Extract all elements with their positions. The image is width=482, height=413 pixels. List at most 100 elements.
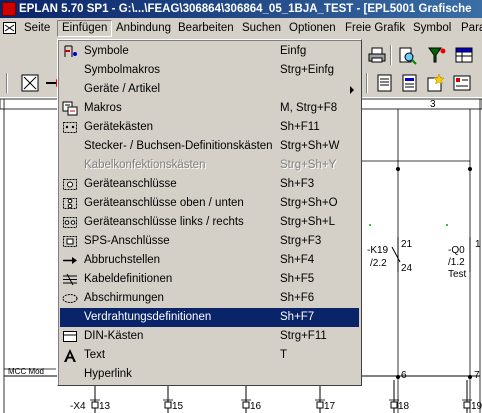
din-box-icon (63, 331, 77, 342)
mcc-module-label: MCC Mod (8, 367, 45, 376)
submenu-arrow-icon (350, 86, 354, 94)
menu-item-shortcut: Strg+F11 (280, 330, 327, 342)
menu-item-shortcut: M, Strg+F8 (280, 102, 338, 114)
menu-item-shortcut: Strg+F3 (280, 235, 322, 247)
menu-item-shortcut: Sh+F5 (280, 273, 315, 285)
terminal-number: 13 (99, 401, 111, 412)
menu-symbol[interactable]: Symbol (409, 21, 455, 36)
menu-item-label: Kabeldefinitionen (84, 273, 173, 285)
cross-grid-icon[interactable] (20, 73, 40, 93)
menu-parameter[interactable]: Para (457, 21, 482, 36)
menu-item-label: Geräteanschlüsse oben / unten (84, 197, 244, 209)
menu-einfuegen[interactable]: Einfügen (57, 20, 113, 37)
terminal-number: 19 (471, 401, 482, 412)
menu-item-label: Geräteanschlüsse (84, 178, 177, 190)
menu-anbindung[interactable]: Anbindung (112, 21, 175, 36)
menu-bar: Seite Einfügen Anbindung Bearbeiten Such… (0, 18, 482, 39)
menu-item-geraeteanschluesse[interactable]: Geräteanschlüsse Sh+F3 (60, 175, 359, 194)
menu-item-geraete-artikel[interactable]: Geräte / Artikel (60, 80, 359, 99)
menu-item-kabelkonfektionskaesten: Kabelkonfektionskästen Strg+Sh+Y (60, 156, 359, 175)
menu-item-symbole[interactable]: Symbole Einfg (60, 42, 359, 61)
device-connection-icon (63, 179, 77, 190)
text-icon (64, 349, 76, 362)
page-list-icon[interactable] (400, 73, 420, 93)
device-box-icon (63, 122, 77, 133)
menu-item-label: Hyperlink (84, 368, 132, 380)
ruler-column-number: 3 (430, 99, 436, 110)
menu-item-shortcut: Sh+F4 (280, 254, 315, 266)
menu-item-shortcut: T (280, 349, 288, 361)
menu-item-geraeteanschluesse-links-rechts[interactable]: Geräteanschlüsse links / rechts Strg+Sh+… (60, 213, 359, 232)
menu-item-sps-anschluesse[interactable]: SPS-Anschlüsse Strg+F3 (60, 232, 359, 251)
macro-icon (62, 101, 78, 116)
device-q0-pin-top: 1 (475, 239, 481, 250)
app-icon[interactable] (2, 2, 16, 16)
right-pin-6: 6 (401, 370, 407, 381)
menu-item-abschirmungen[interactable]: Abschirmungen Sh+F6 (60, 289, 359, 308)
window-title: EPLAN 5.70 SP1 - G:\...\FEAG\306864\3068… (19, 3, 472, 15)
menu-item-label: Symbolmakros (84, 64, 161, 76)
shield-icon (62, 294, 78, 303)
menu-item-shortcut: Sh+F6 (280, 292, 315, 304)
menu-optionen[interactable]: Optionen (285, 21, 340, 36)
menu-item-din-kaesten[interactable]: DIN-Kästen Strg+F11 (60, 327, 359, 346)
menu-item-label: Stecker- / Buchsen-Definitionskästen (84, 140, 273, 152)
toolbar-handle (6, 73, 8, 93)
menu-item-label: Symbole (84, 45, 129, 57)
menu-item-shortcut: Strg+Sh+Y (280, 159, 337, 171)
menu-item-stecker-buchsen[interactable]: Stecker- / Buchsen-Definitionskästen Str… (60, 137, 359, 156)
menu-suchen[interactable]: Suchen (238, 21, 285, 36)
menu-item-shortcut: Strg+Sh+O (280, 197, 338, 209)
terminal-number: 17 (324, 401, 336, 412)
device-q0-desc: Test (448, 269, 467, 280)
terminal-number: 18 (398, 401, 410, 412)
device-k19-ref: /2.2 (370, 258, 387, 269)
filter-icon[interactable] (427, 45, 447, 65)
terminal-number: 15 (172, 401, 184, 412)
menu-item-makros[interactable]: Makros M, Strg+F8 (60, 99, 359, 118)
menu-item-shortcut: Strg+Sh+W (280, 140, 340, 152)
menu-item-geraetekaesten[interactable]: Gerätekästen Sh+F11 (60, 118, 359, 137)
device-k19-name[interactable]: -K19 (367, 245, 388, 256)
window-system-menu-icon[interactable] (3, 22, 16, 34)
cable-definition-icon (63, 273, 77, 286)
print-preview-icon[interactable] (397, 45, 417, 65)
device-connection-left-right-icon (63, 217, 77, 228)
symbol-icon (64, 45, 77, 57)
menu-freie-grafik[interactable]: Freie Grafik (341, 21, 409, 36)
device-q0-name[interactable]: -Q0 (448, 245, 465, 256)
einfuegen-dropdown-menu: Symbole Einfg Symbolmakros Strg+Einfg Ge… (57, 39, 362, 386)
menu-bearbeiten[interactable]: Bearbeiten (174, 21, 238, 36)
toolbar-separator (366, 73, 368, 93)
menu-item-text[interactable]: Text T (60, 346, 359, 365)
menu-item-verdrahtungsdefinitionen[interactable]: Verdrahtungsdefinitionen Sh+F7 (60, 308, 359, 327)
interruption-point-icon (63, 257, 77, 264)
menu-item-shortcut: Strg+Einfg (280, 64, 335, 76)
menu-item-label: Geräteanschlüsse links / rechts (84, 216, 244, 228)
menu-item-label: Geräte / Artikel (84, 83, 161, 95)
menu-item-label: Gerätekästen (84, 121, 154, 133)
menu-item-label: Verdrahtungsdefinitionen (84, 311, 212, 323)
menu-item-kabeldefinitionen[interactable]: Kabeldefinitionen Sh+F5 (60, 270, 359, 289)
menu-seite[interactable]: Seite (20, 21, 54, 36)
device-connection-top-bottom-icon (63, 198, 77, 209)
menu-item-shortcut: Sh+F11 (280, 121, 320, 133)
menu-item-symbolmakros[interactable]: Symbolmakros Strg+Einfg (60, 61, 359, 80)
menu-item-label: DIN-Kästen (84, 330, 144, 342)
table-icon[interactable] (454, 45, 474, 65)
new-item-icon[interactable] (425, 73, 445, 93)
menu-item-shortcut: Sh+F7 (280, 311, 315, 323)
menu-item-hyperlink[interactable]: Hyperlink (60, 365, 359, 384)
menu-item-geraeteanschluesse-oben-unten[interactable]: Geräteanschlüsse oben / unten Strg+Sh+O (60, 194, 359, 213)
menu-item-label: Abbruchstellen (84, 254, 161, 266)
menu-item-shortcut: Strg+Sh+L (280, 216, 335, 228)
print-icon[interactable] (367, 45, 387, 65)
terminal-number: 16 (250, 401, 262, 412)
terminal-strip-name[interactable]: -X4 (70, 401, 86, 412)
page-properties-icon[interactable] (375, 73, 395, 93)
menu-item-abbruchstellen[interactable]: Abbruchstellen Sh+F4 (60, 251, 359, 270)
toolbar-separator (390, 45, 392, 65)
device-k19-pin-bottom: 24 (401, 263, 413, 274)
device-k19-pin-top: 21 (401, 239, 413, 250)
device-list-icon[interactable] (452, 73, 472, 93)
